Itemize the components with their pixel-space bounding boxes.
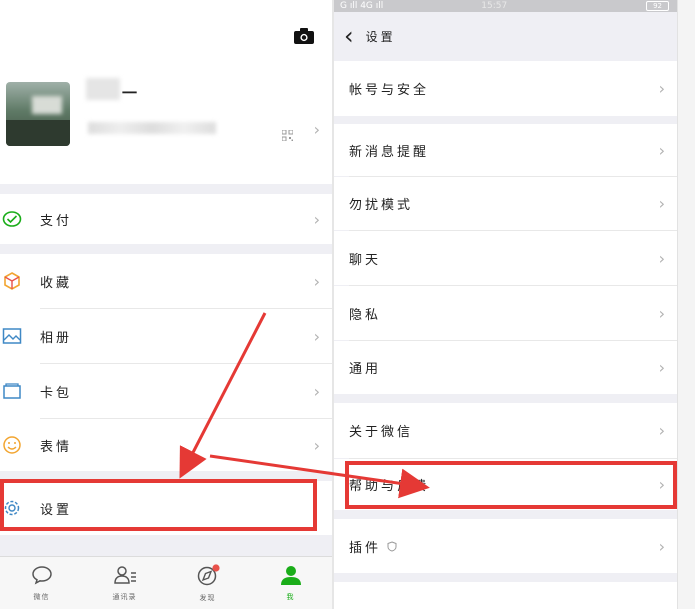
menu-album[interactable]: 相册 ›: [0, 309, 332, 363]
settings-general[interactable]: 通用 ›: [334, 341, 677, 394]
pay-icon: [2, 209, 22, 229]
chevron-right-icon: ›: [313, 271, 320, 291]
chevron-right-icon: ›: [658, 536, 665, 556]
signal-text: G ıll 4G ıll: [340, 1, 384, 11]
settings-chat[interactable]: 聊天 ›: [334, 231, 677, 285]
settings-new-message[interactable]: 新消息提醒 ›: [334, 124, 677, 176]
settings-dnd[interactable]: 勿扰模式 ›: [334, 177, 677, 230]
chevron-right-icon: ›: [313, 326, 320, 346]
camera-icon[interactable]: [294, 28, 314, 44]
tab-label: 微信: [33, 593, 50, 601]
person-icon: [280, 565, 302, 589]
menu-cards-label: 卡包: [40, 385, 73, 401]
tab-label: 我: [286, 593, 295, 601]
bottom-tab-bar: 微信 通讯录 发现 我: [0, 556, 332, 609]
settings-item-label: 勿扰模式: [349, 198, 414, 213]
settings-next-item[interactable]: [334, 582, 677, 609]
settings-item-label: 关于微信: [349, 425, 414, 440]
settings-privacy[interactable]: 隐私 ›: [334, 286, 677, 340]
settings-item-label: 帐号与安全: [349, 83, 430, 98]
wechat-id-blurred: [88, 122, 216, 134]
tab-label: 通讯录: [112, 593, 137, 601]
status-bar: G ıll 4G ıll 15:57 92: [334, 0, 677, 12]
tab-me[interactable]: 我: [249, 557, 332, 609]
shield-icon: [387, 537, 397, 556]
chevron-right-icon: ›: [658, 303, 665, 323]
menu-pay-label: 支付: [40, 213, 73, 229]
settings-about[interactable]: 关于微信 ›: [334, 403, 677, 458]
chevron-right-icon: ›: [658, 358, 665, 377]
compass-icon: [196, 564, 220, 590]
me-page: 一 › 支付 › 收藏 › 相册 › 卡包 › 表情 › 设置 微信 通讯录 发…: [0, 0, 332, 609]
menu-settings[interactable]: 设置: [0, 481, 332, 535]
card-wallet-icon: [2, 381, 22, 401]
profile-name-blurred: [86, 78, 120, 100]
tab-label: 发现: [199, 594, 216, 602]
settings-item-label: 隐私: [349, 307, 382, 323]
settings-item-label: 帮助与反馈: [349, 479, 430, 494]
chat-bubble-icon: [31, 565, 53, 589]
settings-plugins[interactable]: 插件 ›: [334, 519, 677, 573]
tab-contacts[interactable]: 通讯录: [83, 557, 166, 609]
chevron-right-icon: ›: [313, 120, 320, 139]
chevron-right-icon: ›: [313, 381, 320, 401]
chevron-right-icon: ›: [658, 421, 665, 440]
settings-item-label: 通用: [349, 362, 382, 377]
settings-item-label: 新消息提醒: [349, 144, 430, 160]
profile-name: 一: [122, 84, 138, 102]
tab-discover[interactable]: 发现: [166, 557, 249, 609]
chevron-right-icon: ›: [658, 140, 665, 160]
menu-album-label: 相册: [40, 330, 73, 346]
menu-favorites-label: 收藏: [40, 275, 73, 291]
chevron-right-icon: ›: [658, 475, 665, 494]
settings-item-label: 插件: [349, 540, 382, 556]
menu-cards[interactable]: 卡包 ›: [0, 364, 332, 418]
menu-favorites[interactable]: 收藏 ›: [0, 254, 332, 308]
chevron-right-icon: ›: [658, 194, 665, 213]
title-bar: ‹ 设置: [334, 12, 677, 60]
profile-card[interactable]: 一 ›: [0, 60, 332, 184]
battery-text: 92: [646, 1, 669, 11]
album-icon: [2, 326, 22, 346]
menu-settings-label: 设置: [40, 502, 73, 518]
smiley-icon: [2, 435, 22, 455]
chevron-right-icon: ›: [313, 435, 320, 455]
gear-icon: [2, 498, 22, 518]
favorites-cube-icon: [2, 271, 22, 291]
settings-account-security[interactable]: 帐号与安全 ›: [334, 61, 677, 116]
contacts-icon: [113, 565, 137, 589]
settings-item-label: 聊天: [349, 252, 382, 268]
qr-code-icon[interactable]: [281, 126, 294, 142]
menu-emoji-label: 表情: [40, 439, 73, 455]
menu-pay[interactable]: 支付 ›: [0, 194, 332, 244]
screenshot-edge: [677, 0, 695, 609]
settings-page: G ıll 4G ıll 15:57 92 ‹ 设置 帐号与安全 › 新消息提醒…: [334, 0, 677, 609]
chevron-right-icon: ›: [313, 209, 320, 229]
chevron-right-icon: ›: [658, 248, 665, 268]
tab-chats[interactable]: 微信: [0, 557, 83, 609]
settings-help-feedback[interactable]: 帮助与反馈 ›: [334, 459, 677, 510]
avatar: [6, 82, 70, 146]
back-icon[interactable]: ‹: [344, 24, 354, 48]
chevron-right-icon: ›: [658, 79, 665, 98]
clock-text: 15:57: [481, 1, 508, 11]
menu-emoji[interactable]: 表情 ›: [0, 419, 332, 471]
page-title: 设置: [365, 29, 396, 44]
